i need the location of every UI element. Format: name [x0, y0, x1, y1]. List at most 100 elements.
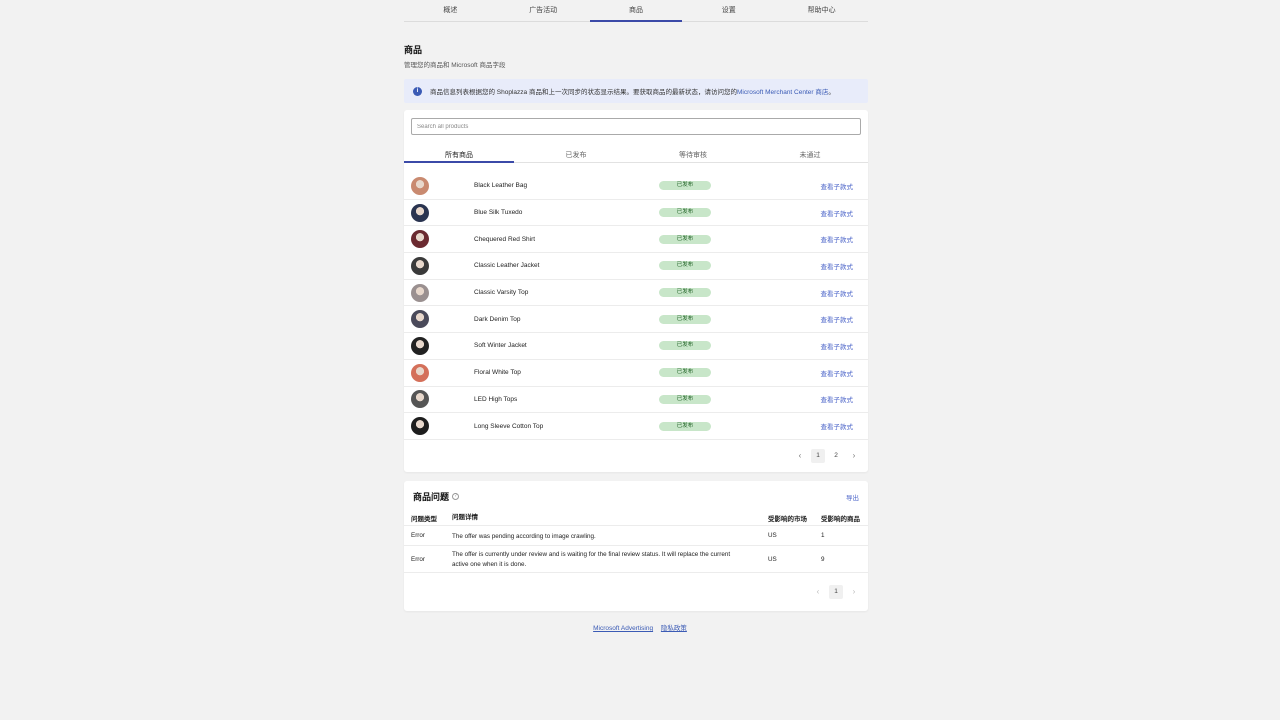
view-variants-link[interactable]: 查看子款式 [821, 288, 854, 298]
table-row: Error The offer was pending according to… [404, 526, 868, 546]
page-1-button[interactable]: 1 [811, 449, 825, 463]
next-page-icon[interactable]: › [847, 585, 861, 599]
footer: Microsoft Advertising 隐私政策 [0, 622, 1280, 632]
product-name: LED High Tops [474, 395, 518, 403]
export-button[interactable]: 导出 [846, 492, 859, 502]
issue-detail: The offer was pending according to image… [452, 533, 596, 540]
tab-products[interactable]: 商品 [589, 0, 683, 22]
prev-page-icon[interactable]: ‹ [811, 585, 825, 599]
product-name: Floral White Top [474, 369, 521, 377]
tab-campaigns[interactable]: 广告活动 [497, 0, 590, 21]
info-banner: i 商品信息列表根据您的 Shoplazza 商品和上一次同步的状态显示结果。要… [404, 79, 868, 103]
product-row: Black Leather Bag 已发布 查看子款式 [404, 173, 868, 200]
view-variants-link[interactable]: 查看子款式 [821, 421, 854, 431]
product-filter-tabs: 所有商品 已发布 等待审核 未通过 [404, 141, 868, 163]
prev-page-icon[interactable]: ‹ [793, 449, 807, 463]
status-badge: 已发布 [659, 314, 711, 324]
product-thumbnail [411, 336, 429, 355]
product-name: Soft Winter Jacket [474, 342, 527, 350]
product-name: Chequered Red Shirt [474, 235, 536, 243]
product-row: Dark Denim Top 已发布 查看子款式 [404, 306, 868, 334]
product-thumbnail [411, 310, 429, 329]
status-badge: 已发布 [659, 394, 711, 404]
product-thumbnail [411, 363, 429, 382]
issue-count: 1 [821, 532, 825, 539]
product-thumbnail [411, 417, 429, 436]
tab-all-products[interactable]: 所有商品 [404, 141, 514, 163]
merchant-center-link[interactable]: Microsoft Merchant Center 商店 [737, 89, 828, 96]
product-name: Dark Denim Top [474, 315, 521, 323]
product-list: Black Leather Bag 已发布 查看子款式 Blue Silk Tu… [404, 173, 868, 440]
status-badge: 已发布 [659, 208, 711, 218]
tab-rejected[interactable]: 未通过 [755, 141, 865, 162]
product-thumbnail [411, 256, 429, 275]
status-badge: 已发布 [659, 261, 711, 271]
product-row: Classic Varsity Top 已发布 查看子款式 [404, 280, 868, 307]
col-issue-detail: 问题详情 [452, 514, 478, 521]
tab-overview[interactable]: 概述 [404, 0, 497, 21]
product-name: Classic Varsity Top [474, 289, 529, 297]
microsoft-advertising-link[interactable]: Microsoft Advertising [593, 625, 653, 632]
table-row: Error The offer is currently under revie… [404, 546, 868, 573]
product-issues-card: 商品问题 ? 导出 问题类型 问题详情 受影响的市场 受影响的商品 Error … [404, 481, 868, 611]
status-badge: 已发布 [659, 341, 711, 351]
col-affected-products: 受影响的商品 [821, 516, 860, 523]
tab-settings[interactable]: 设置 [682, 0, 775, 21]
issue-market: US [768, 556, 777, 563]
tab-published[interactable]: 已发布 [521, 141, 631, 162]
product-thumbnail [411, 283, 429, 302]
col-affected-market: 受影响的市场 [768, 516, 807, 523]
view-variants-link[interactable]: 查看子款式 [821, 181, 854, 191]
search-input[interactable] [417, 123, 860, 130]
view-variants-link[interactable]: 查看子款式 [821, 368, 854, 378]
page-1-button[interactable]: 1 [829, 585, 843, 599]
product-thumbnail [411, 176, 429, 195]
help-icon[interactable]: ? [452, 493, 460, 500]
product-thumbnail [411, 230, 429, 249]
info-icon: i [413, 86, 422, 96]
product-row: Floral White Top 已发布 查看子款式 [404, 360, 868, 387]
products-card: 所有商品 已发布 等待审核 未通过 Black Leather Bag 已发布 … [404, 110, 868, 472]
page-2-button[interactable]: 2 [829, 449, 843, 463]
product-row: Blue Silk Tuxedo 已发布 查看子款式 [404, 200, 868, 227]
next-page-icon[interactable]: › [847, 449, 861, 463]
issues-title: 商品问题 ? [413, 490, 460, 503]
tab-help-center[interactable]: 帮助中心 [775, 0, 868, 21]
product-row: Soft Winter Jacket 已发布 查看子款式 [404, 333, 868, 360]
view-variants-link[interactable]: 查看子款式 [821, 314, 854, 324]
products-pagination: ‹ 1 2 › [793, 449, 861, 463]
main-container: 概述 广告活动 商品 设置 帮助中心 商品 管理您的商品和 Microsoft … [404, 0, 868, 611]
page-title: 商品 [404, 45, 423, 55]
issues-pagination: ‹ 1 › [811, 585, 861, 599]
view-variants-link[interactable]: 查看子款式 [821, 341, 854, 351]
top-nav: 概述 广告活动 商品 设置 帮助中心 [404, 0, 868, 22]
status-badge: 已发布 [659, 368, 711, 378]
page-subtitle: 管理您的商品和 Microsoft 商品字段 [404, 62, 506, 69]
product-name: Long Sleeve Cotton Top [474, 422, 544, 430]
tab-pending-review[interactable]: 等待审核 [638, 141, 748, 162]
privacy-policy-link[interactable]: 隐私政策 [661, 625, 687, 632]
issue-type: Error [411, 556, 425, 563]
view-variants-link[interactable]: 查看子款式 [821, 261, 854, 271]
status-badge: 已发布 [659, 234, 711, 244]
product-name: Classic Leather Jacket [474, 262, 540, 270]
table-header-row: 问题类型 问题详情 受影响的市场 受影响的商品 [404, 508, 868, 526]
product-row: Classic Leather Jacket 已发布 查看子款式 [404, 253, 868, 280]
issue-detail: The offer is currently under review and … [452, 551, 731, 568]
col-issue-type: 问题类型 [411, 516, 437, 523]
issue-count: 9 [821, 556, 825, 563]
product-row: Long Sleeve Cotton Top 已发布 查看子款式 [404, 413, 868, 440]
product-thumbnail [411, 390, 429, 409]
status-badge: 已发布 [659, 421, 711, 431]
banner-text: 商品信息列表根据您的 Shoplazza 商品和上一次同步的状态显示结果。要获取… [430, 89, 835, 96]
issues-header: 商品问题 ? 导出 [404, 481, 868, 503]
view-variants-link[interactable]: 查看子款式 [821, 234, 854, 244]
status-badge: 已发布 [659, 288, 711, 298]
product-thumbnail [411, 203, 429, 222]
view-variants-link[interactable]: 查看子款式 [821, 208, 854, 218]
status-badge: 已发布 [659, 181, 711, 191]
issue-market: US [768, 532, 777, 539]
search-box [411, 118, 861, 135]
view-variants-link[interactable]: 查看子款式 [821, 394, 854, 404]
issue-type: Error [411, 532, 425, 539]
